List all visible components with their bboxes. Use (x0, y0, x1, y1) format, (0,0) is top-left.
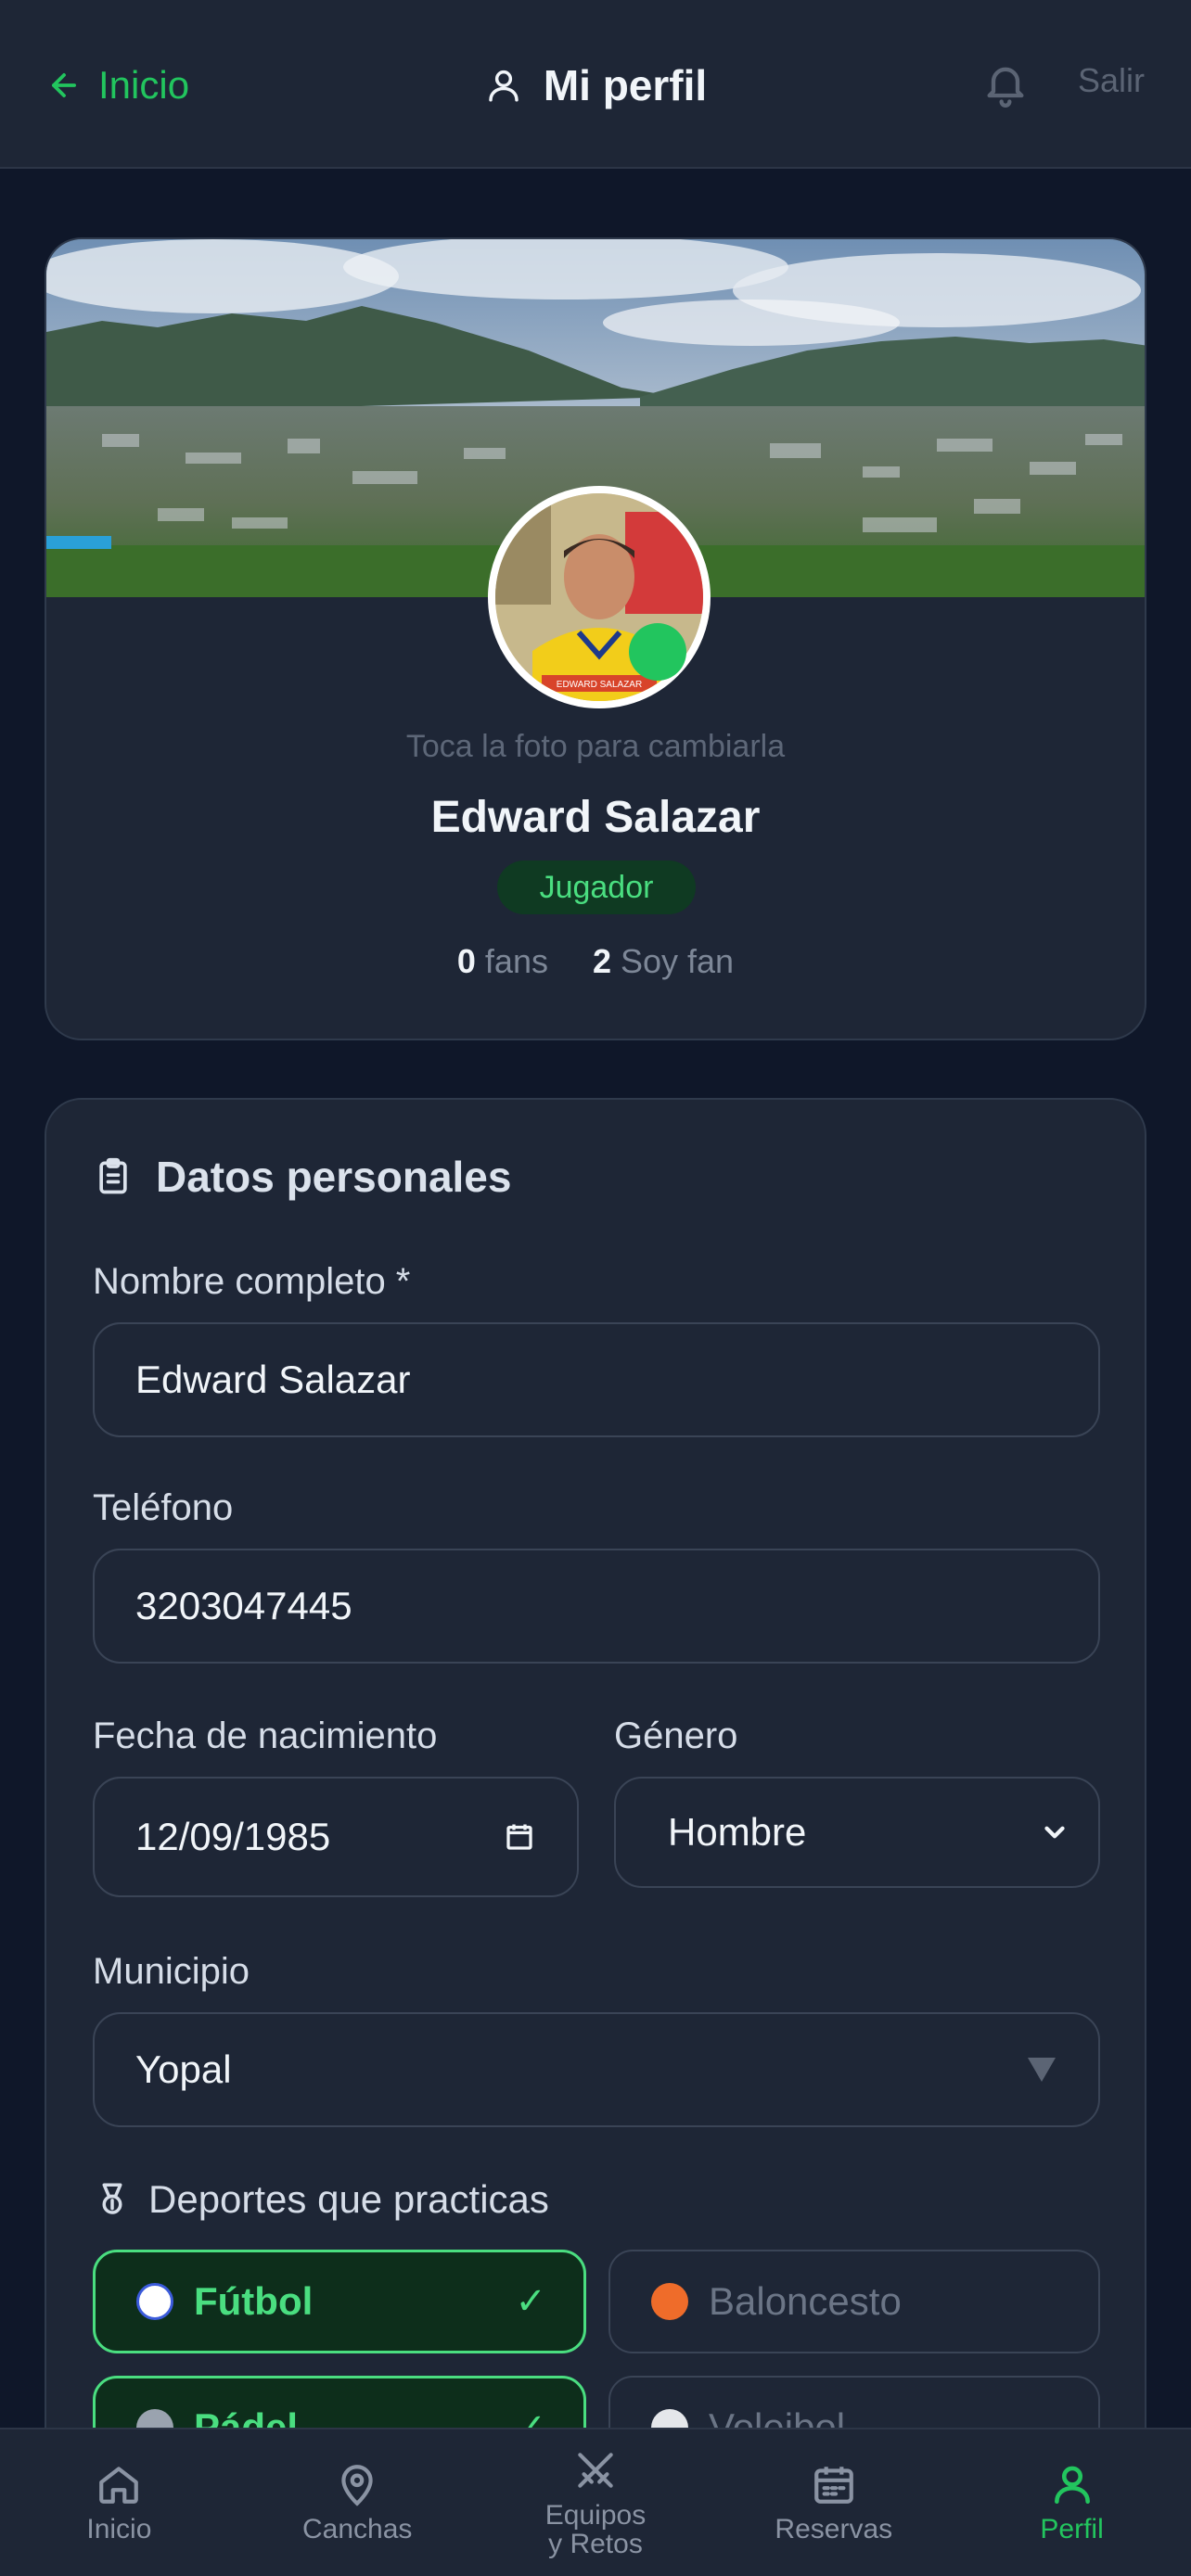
gender-select[interactable]: Hombre (614, 1777, 1100, 1888)
basketball-icon (651, 2283, 688, 2320)
phone-input[interactable]: 3203047445 (93, 1549, 1100, 1664)
section-title: Datos personales (93, 1152, 511, 1202)
nav-label: Equipos y Retos (544, 2499, 647, 2559)
top-header: Inicio Mi perfil Salir (0, 0, 1191, 169)
sports-title: Deportes que practicas (93, 2177, 549, 2222)
nav-item-inicio[interactable]: Inicio (0, 2429, 238, 2576)
chevron-down-icon (1044, 1826, 1065, 1839)
map-pin-icon (341, 2465, 373, 2506)
sport-label: Baloncesto (709, 2279, 902, 2323)
profile-card: EDWARD SALAZAR Toca la foto para cambiar… (45, 237, 1146, 1040)
nav-item-perfil[interactable]: Perfil (953, 2429, 1191, 2576)
sport-option-baloncesto[interactable]: Baloncesto (608, 2250, 1100, 2353)
calendar-icon (813, 2467, 853, 2505)
sport-option-futbol[interactable]: Fútbol ✓ (93, 2250, 586, 2353)
name-label: Nombre completo * (93, 1261, 411, 1302)
bottom-nav: Inicio Canchas Equipos y Retos Reservas P… (0, 2428, 1191, 2576)
section-title-text: Datos personales (156, 1153, 512, 1201)
calendar-picker-icon[interactable] (503, 1820, 536, 1854)
gender-label: Género (614, 1715, 738, 1756)
nav-label-line2: y Retos (548, 2529, 643, 2559)
nav-item-equipos[interactable]: Equipos y Retos (477, 2429, 715, 2576)
birth-date-value: 12/09/1985 (135, 1815, 331, 1858)
nav-label-line1: Equipos (544, 2499, 647, 2531)
sport-label: Fútbol (194, 2279, 314, 2323)
soccer-ball-icon (136, 2283, 173, 2320)
gender-value: Hombre (668, 1810, 807, 1854)
avatar[interactable]: EDWARD SALAZAR (488, 486, 711, 708)
sports-title-text: Deportes que practicas (148, 2177, 549, 2221)
page-title-text: Mi perfil (543, 61, 708, 109)
medal-icon (102, 2183, 122, 2214)
fans-label: fans (484, 942, 548, 980)
soy-fan-count: 2 (592, 942, 611, 980)
full-name-value: Edward Salazar (135, 1358, 411, 1401)
home-icon (99, 2467, 139, 2505)
nav-label: Inicio (86, 2514, 152, 2545)
user-icon (1054, 2466, 1090, 2505)
fan-stats: 0 fans 2 Soy fan (46, 942, 1145, 981)
fans-count: 0 (456, 942, 476, 980)
phone-label: Teléfono (93, 1487, 234, 1528)
nav-label: Reservas (775, 2514, 893, 2545)
municipality-select[interactable]: Yopal (93, 2012, 1100, 2127)
avatar-caption: EDWARD SALAZAR (557, 680, 642, 690)
birth-date-input[interactable]: 12/09/1985 (93, 1777, 579, 1897)
nav-label: Canchas (301, 2514, 413, 2545)
crossed-swords-icon (578, 2452, 613, 2488)
fans-stat[interactable]: 0 fans (457, 942, 548, 981)
soy-fan-stat[interactable]: 2 Soy fan (593, 942, 734, 981)
personal-data-card: Datos personales Nombre completo * Edwar… (45, 1098, 1146, 2576)
municipality-value: Yopal (135, 2047, 232, 2091)
user-icon (489, 70, 519, 102)
photo-hint: Toca la foto para cambiarla (405, 729, 786, 764)
caret-down-icon (1028, 2058, 1056, 2082)
logout-button[interactable]: Salir (1078, 61, 1145, 100)
nav-label: Perfil (1040, 2514, 1104, 2545)
soy-fan-label: Soy fan (621, 942, 735, 980)
full-name-input[interactable]: Edward Salazar (93, 1322, 1100, 1437)
nav-item-reservas[interactable]: Reservas (714, 2429, 953, 2576)
clipboard-icon (99, 1157, 127, 1194)
profile-name: Edward Salazar (430, 793, 761, 842)
role-badge: Jugador (497, 861, 696, 914)
phone-value: 3203047445 (135, 1584, 352, 1627)
camera-badge-icon[interactable] (629, 623, 686, 681)
bell-icon[interactable] (981, 59, 1030, 108)
birth-label: Fecha de nacimiento (93, 1715, 438, 1756)
municipality-label: Municipio (93, 1951, 250, 1992)
nav-item-canchas[interactable]: Canchas (238, 2429, 477, 2576)
check-icon: ✓ (515, 2281, 546, 2322)
